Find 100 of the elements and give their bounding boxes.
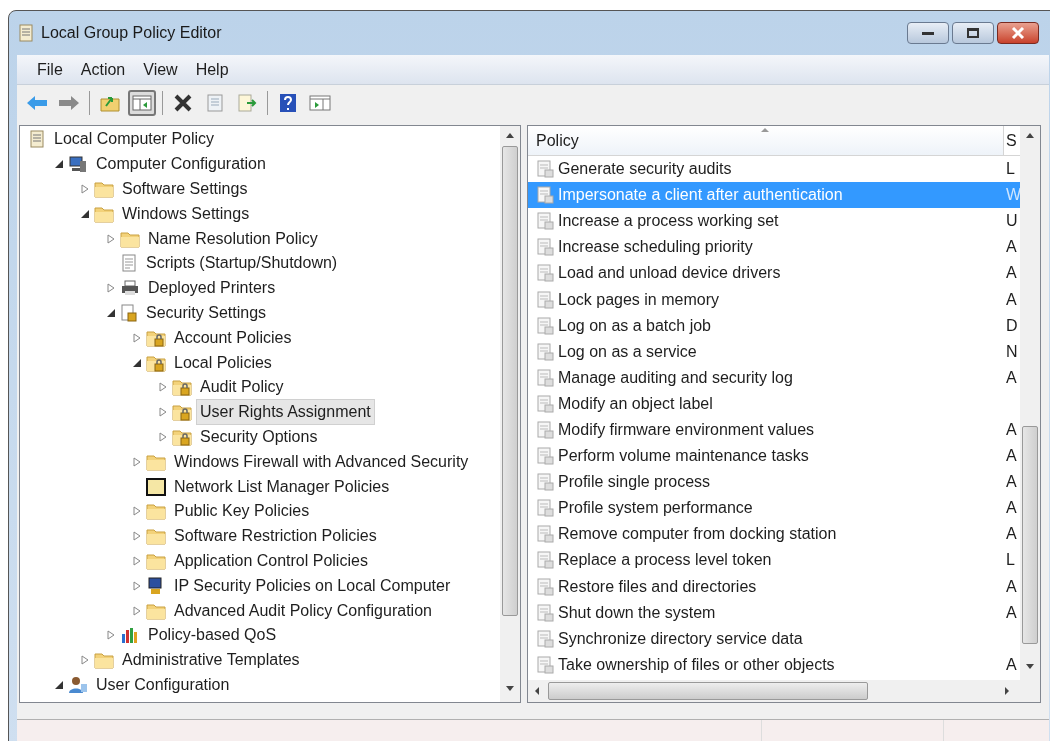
table-cell: A [1006, 577, 1017, 595]
table-cell: L [1006, 160, 1015, 178]
tree-item[interactable]: Scripts (Startup/Shutdown) [142, 250, 342, 277]
tree-item[interactable]: Security Options [196, 423, 322, 450]
table-row[interactable]: Replace a process level token L [528, 547, 1020, 574]
table-row[interactable]: Shut down the system A [528, 599, 1020, 626]
table-row[interactable]: Profile single process A [528, 469, 1020, 496]
tree-item[interactable]: Software Settings [118, 176, 252, 202]
expanded-arrow-icon[interactable] [80, 208, 90, 219]
policy-icon [536, 394, 554, 413]
tree-item[interactable]: Local Policies [170, 349, 276, 376]
table-row[interactable]: Increase a process working set U [528, 208, 1020, 235]
tree-item[interactable]: Software Restriction Policies [170, 523, 381, 550]
table-row[interactable]: Modify firmware environment values A [528, 416, 1020, 444]
close-button[interactable] [997, 22, 1039, 44]
tree-item[interactable]: Application Control Policies [170, 547, 372, 574]
collapsed-arrow-icon[interactable] [106, 233, 116, 244]
tree-item[interactable]: Name Resolution Policy [144, 225, 322, 252]
table-row[interactable]: Manage auditing and security log A [528, 364, 1020, 391]
table-row[interactable]: Perform volume maintenance tasks A [528, 443, 1020, 470]
menu-item[interactable]: File [29, 55, 71, 84]
table-row[interactable]: Remove computer from docking station A [528, 521, 1020, 548]
table-row[interactable]: Profile system performance A [528, 495, 1020, 522]
table-cell: W [1006, 186, 1022, 204]
menu-item[interactable]: View [135, 55, 186, 84]
tree-item[interactable]: User Rights Assignment [196, 399, 375, 426]
locked-folder-icon [172, 403, 192, 422]
table-row[interactable]: Lock pages in memory A [528, 286, 1020, 313]
collapsed-arrow-icon[interactable] [132, 506, 142, 517]
table-row[interactable]: Synchronize directory service data [528, 625, 1020, 652]
tree-item[interactable]: Account Policies [170, 324, 296, 351]
policy-icon [536, 264, 554, 283]
policy-icon [536, 525, 554, 544]
table-cell: A [1006, 421, 1017, 438]
expanded-arrow-icon[interactable] [106, 307, 116, 318]
window-title: Local Group Policy Editor [41, 23, 222, 43]
tree-item[interactable]: Audit Policy [196, 374, 288, 401]
table-row[interactable]: Log on as a batch job D [528, 312, 1020, 339]
table-row[interactable]: Generate security audits L [528, 156, 1020, 183]
horizontal-scrollbar[interactable] [528, 680, 1040, 702]
tree-item[interactable]: IP Security Policies on Local Computer [170, 572, 455, 599]
minimize-button[interactable] [907, 22, 949, 44]
table-cell: A [1006, 525, 1017, 543]
column-header[interactable]: Policy [528, 126, 1004, 155]
policy-icon [536, 655, 554, 674]
policy-name: Impersonate a client after authentication [558, 185, 843, 206]
folder-icon [146, 601, 166, 620]
expanded-arrow-icon[interactable] [54, 679, 64, 690]
tree-item[interactable]: Administrative Templates [118, 647, 304, 674]
tree-item[interactable]: Security Settings [142, 300, 271, 326]
policy-name: Increase a process working set [558, 211, 779, 232]
expanded-arrow-icon[interactable] [54, 159, 64, 170]
table-row[interactable]: Increase scheduling priority A [528, 234, 1020, 261]
maximize-button[interactable] [952, 22, 994, 44]
tree-item[interactable]: Local Computer Policy [50, 126, 219, 153]
tree-item[interactable]: Windows Settings [118, 200, 254, 227]
table-row[interactable]: Log on as a service N [528, 338, 1020, 365]
tree-item[interactable]: Computer Configuration [92, 151, 270, 178]
collapsed-arrow-icon[interactable] [132, 456, 142, 467]
tree-item[interactable]: Public Key Policies [170, 498, 314, 525]
scroll-icon [28, 130, 46, 149]
table-row[interactable]: Restore files and directories A [528, 573, 1020, 600]
collapsed-arrow-icon[interactable] [132, 531, 142, 542]
policy-name: Increase scheduling priority [558, 237, 753, 258]
column-header[interactable]: S [1004, 126, 1020, 155]
collapsed-arrow-icon[interactable] [132, 332, 142, 343]
tree-item[interactable]: Network List Manager Policies [170, 473, 394, 500]
tree-item[interactable]: User Configuration [92, 671, 234, 698]
locked-folder-icon [146, 328, 166, 347]
table-cell: A [1006, 238, 1017, 256]
menu-item[interactable]: Help [187, 55, 237, 84]
table-row[interactable]: Load and unload device drivers A [528, 260, 1020, 287]
policy-icon [536, 186, 554, 205]
expanded-arrow-icon[interactable] [132, 357, 142, 368]
table-row[interactable]: Take ownership of files or other objects A [528, 651, 1020, 678]
tree-item[interactable]: Advanced Audit Policy Configuration [170, 597, 436, 624]
collapsed-arrow-icon[interactable] [132, 555, 142, 566]
tree-item[interactable]: Policy-based QoS [144, 622, 281, 649]
network-list-icon [146, 477, 166, 496]
policy-name: Modify firmware environment values [558, 420, 815, 440]
scroll-right-arrow-icon[interactable] [1002, 686, 1012, 696]
collapsed-arrow-icon[interactable] [106, 630, 116, 641]
policy-name: Profile system performance [558, 498, 753, 519]
vertical-scrollbar[interactable] [500, 126, 520, 702]
policy-name: Log on as a service [558, 341, 697, 362]
collapsed-arrow-icon[interactable] [80, 655, 90, 666]
collapsed-arrow-icon[interactable] [158, 431, 168, 442]
tree-item[interactable]: Deployed Printers [144, 275, 280, 302]
tree-pane-icon[interactable] [128, 90, 156, 116]
policy-icon [536, 160, 554, 179]
collapsed-arrow-icon[interactable] [158, 382, 168, 393]
vertical-scrollbar[interactable] [1020, 126, 1040, 680]
table-row[interactable]: Modify an object label [528, 390, 1020, 417]
tree-item[interactable]: Windows Firewall with Advanced Security [170, 448, 473, 475]
collapsed-arrow-icon[interactable] [106, 283, 116, 294]
collapsed-arrow-icon[interactable] [158, 407, 168, 418]
menu-item[interactable]: Action [72, 55, 134, 84]
collapsed-arrow-icon[interactable] [132, 605, 142, 616]
collapsed-arrow-icon[interactable] [132, 580, 142, 591]
collapsed-arrow-icon[interactable] [80, 184, 90, 194]
